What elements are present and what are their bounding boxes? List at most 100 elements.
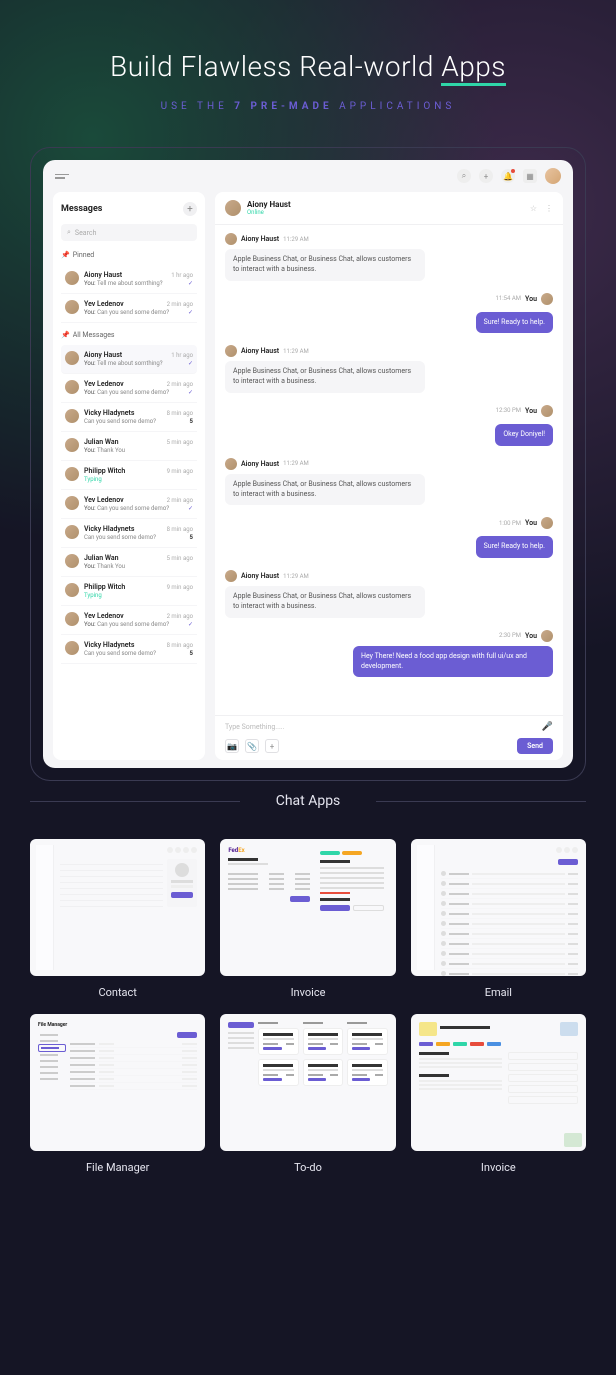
timestamp: 11:29 AM: [283, 573, 309, 580]
chat-list-item[interactable]: Vicky Hladynets8 min agoCan you send som…: [61, 519, 197, 548]
avatar: [65, 271, 79, 285]
contact-name: Julian Wan: [84, 554, 119, 562]
chat-avatar: [225, 200, 241, 216]
chat-list-item[interactable]: Yev Ledenov2 min agoYou: Can you send so…: [61, 606, 197, 635]
subtitle-pre: USE THE: [161, 101, 235, 112]
grid-icon[interactable]: ▦: [523, 169, 537, 183]
app-tile[interactable]: Contact: [30, 839, 205, 999]
menu-icon[interactable]: [55, 174, 69, 179]
message-preview: Typing: [84, 592, 102, 599]
message-preview: You: Tell me about somthing?: [84, 360, 163, 367]
user-avatar[interactable]: [545, 168, 561, 184]
timestamp: 11:54 AM: [495, 295, 521, 302]
new-message-button[interactable]: +: [183, 202, 197, 216]
chat-list-item[interactable]: Yev Ledenov2 min agoYou: Can you send so…: [61, 490, 197, 519]
tile-label: Invoice: [291, 986, 326, 999]
camera-icon[interactable]: 📷: [225, 739, 239, 753]
timestamp: 1 hr ago: [171, 352, 193, 359]
timestamp: 5 min ago: [167, 555, 193, 562]
tile-thumbnail: [30, 839, 205, 976]
check-icon: ✓: [188, 309, 193, 316]
message-preview: You: Thank You: [84, 447, 125, 454]
timestamp: 11:29 AM: [283, 460, 309, 467]
avatar: [541, 405, 553, 417]
messages-sidebar: Messages + ⌕ Search 📌 Pinned Aiony Haust…: [53, 192, 205, 760]
check-icon: ✓: [188, 505, 193, 512]
chat-contact-name: Aiony Haust: [247, 200, 291, 209]
more-icon[interactable]: ⋮: [545, 204, 553, 213]
message-preview: Can you send some demo?: [84, 534, 156, 541]
avatar: [541, 630, 553, 642]
timestamp: 1 hr ago: [171, 272, 193, 279]
chat-list-item[interactable]: Julian Wan 5 min ago You: Thank You: [61, 548, 197, 577]
chat-list-item[interactable]: Aiony Haust1 hr agoYou: Tell me about so…: [61, 345, 197, 374]
app-tile[interactable]: To-do: [220, 1014, 395, 1174]
timestamp: 8 min ago: [167, 642, 193, 649]
avatar: [65, 583, 79, 597]
unread-badge: 5: [190, 534, 193, 541]
send-button[interactable]: Send: [517, 738, 553, 754]
tile-label: Invoice: [481, 1161, 516, 1174]
pin-icon: 📌: [61, 331, 70, 339]
chat-list-item[interactable]: Yev Ledenov2 min agoYou: Can you send so…: [61, 374, 197, 403]
message-group: Aiony Haust11:29 AMApple Business Chat, …: [225, 233, 553, 281]
composer-placeholder[interactable]: Type Something.....: [225, 723, 285, 731]
timestamp: 2 min ago: [167, 381, 193, 388]
message-preview: You: Can you send some demo?: [84, 505, 169, 512]
chat-list-item[interactable]: Aiony Haust1 hr agoYou: Tell me about so…: [61, 265, 197, 294]
chat-list-item[interactable]: Philipp Witch9 min agoTyping: [61, 577, 197, 606]
search-input[interactable]: ⌕ Search: [61, 224, 197, 241]
contact-name: Julian Wan: [84, 438, 119, 446]
message-preview: You: Thank You: [84, 563, 125, 570]
mic-icon[interactable]: 🎤: [542, 722, 553, 732]
attachment-icon[interactable]: 📎: [245, 739, 259, 753]
app-tile[interactable]: Email: [411, 839, 586, 999]
app-tile[interactable]: FedEx Invoice: [220, 839, 395, 999]
chat-list-item[interactable]: Vicky Hladynets8 min agoCan you send som…: [61, 403, 197, 432]
avatar: [65, 409, 79, 423]
chat-list-item[interactable]: Julian Wan5 min agoYou: Thank You: [61, 432, 197, 461]
timestamp: 9 min ago: [167, 468, 193, 475]
star-icon[interactable]: ☆: [530, 204, 537, 213]
avatar: [225, 233, 237, 245]
chat-list-item[interactable]: Philipp Witch9 min agoTyping: [61, 461, 197, 490]
app-tile[interactable]: File Manager File Manager: [30, 1014, 205, 1174]
timestamp: 1:00 PM: [499, 520, 521, 527]
chat-list-item[interactable]: Yev Ledenov2 min agoYou: Can you send so…: [61, 294, 197, 323]
message-bubble: Apple Business Chat, or Business Chat, a…: [225, 249, 425, 281]
timestamp: 9 min ago: [167, 584, 193, 591]
message-group: Aiony Haust11:29 AMApple Business Chat, …: [225, 458, 553, 506]
avatar: [65, 380, 79, 394]
tile-thumbnail: FedEx: [220, 839, 395, 976]
tile-thumbnail: File Manager: [30, 1014, 205, 1151]
composer: Type Something..... 🎤 📷 📎 + Send: [215, 715, 563, 760]
timestamp: 2 min ago: [167, 301, 193, 308]
chat-list-item[interactable]: Vicky Hladynets8 min agoCan you send som…: [61, 635, 197, 664]
search-placeholder: Search: [75, 229, 97, 237]
avatar: [225, 345, 237, 357]
add-icon[interactable]: +: [479, 169, 493, 183]
message-bubble: Apple Business Chat, or Business Chat, a…: [225, 474, 425, 506]
message-bubble: Sure! Ready to help.: [476, 312, 553, 334]
sender-name: You: [525, 519, 537, 527]
sender-name: You: [525, 407, 537, 415]
bell-icon[interactable]: 🔔: [501, 169, 515, 183]
contact-name: Yev Ledenov: [84, 380, 124, 388]
app-tile[interactable]: Invoice: [411, 1014, 586, 1174]
avatar: [541, 293, 553, 305]
sender-name: Aiony Haust: [241, 347, 279, 355]
search-icon[interactable]: ⌕: [457, 169, 471, 183]
hero-title-pre: Build Flawless Real-world: [110, 50, 441, 83]
contact-name: Philipp Witch: [84, 467, 125, 475]
tile-label: File Manager: [86, 1161, 149, 1174]
tile-thumbnail: [411, 839, 586, 976]
tile-thumbnail: [220, 1014, 395, 1151]
unread-badge: 5: [190, 650, 193, 657]
message-group: 11:54 AMYouSure! Ready to help.: [225, 293, 553, 334]
message-preview: You: Can you send some demo?: [84, 621, 169, 628]
message-bubble: Sure! Ready to help.: [476, 536, 553, 558]
chat-app-screenshot: ⌕ + 🔔 ▦ Messages + ⌕ Search: [43, 160, 573, 768]
plus-icon[interactable]: +: [265, 739, 279, 753]
check-icon: ✓: [188, 280, 193, 287]
app-topbar: ⌕ + 🔔 ▦: [43, 160, 573, 192]
